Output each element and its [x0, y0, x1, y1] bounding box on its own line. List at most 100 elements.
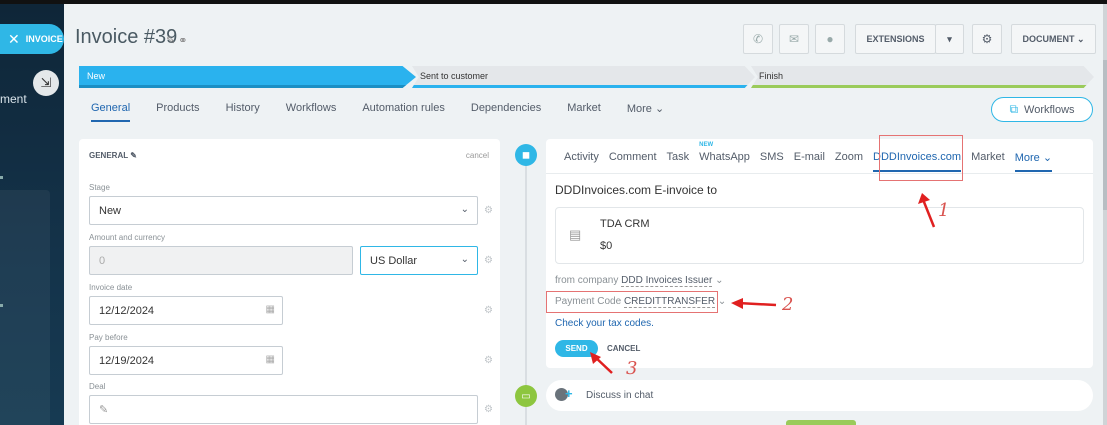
from-company-line: from company DDD Invoices Issuer ⌄: [555, 275, 723, 287]
tab-dependencies[interactable]: Dependencies: [471, 102, 541, 122]
client-amount: $0: [600, 240, 613, 252]
amount-input[interactable]: 0: [89, 246, 353, 275]
general-cancel-link[interactable]: cancel: [466, 151, 489, 160]
chevron-down-icon: ⌄: [460, 254, 469, 265]
tax-codes-link[interactable]: Check your tax codes.: [555, 318, 654, 329]
send-button[interactable]: SEND: [555, 340, 598, 357]
chevron-down-icon[interactable]: ⌄: [718, 296, 726, 307]
tab-general[interactable]: General: [91, 102, 131, 122]
field-gear-icon[interactable]: ⚙: [484, 404, 493, 415]
tab-products[interactable]: Products: [156, 102, 199, 122]
tab-task[interactable]: Task: [667, 151, 690, 172]
workflows-button-label: Workflows: [1024, 103, 1075, 116]
deal-label: Deal: [89, 382, 106, 391]
page-title: Invoice #39: [75, 26, 178, 48]
field-gear-icon[interactable]: ⚙: [484, 305, 493, 316]
activity-card: Activity Comment Task NEW WhatsApp SMS E…: [546, 139, 1093, 368]
calendar-icon[interactable]: ▦: [266, 354, 275, 365]
calendar-icon[interactable]: ▦: [266, 304, 275, 315]
cancel-button[interactable]: CANCEL: [607, 344, 640, 353]
annotation-number-2: 2: [782, 294, 794, 315]
deal-edit-icon: ✎: [99, 404, 109, 416]
sidebar-partial-text: ment: [0, 92, 27, 106]
document-button[interactable]: DOCUMENT ⌄: [1011, 24, 1096, 54]
chat-icon[interactable]: ●: [815, 24, 845, 54]
tab-market[interactable]: Market: [971, 151, 1005, 172]
discuss-in-chat[interactable]: + Discuss in chat: [546, 380, 1093, 411]
annotation-box-1: [879, 135, 963, 181]
stage-new[interactable]: New: [79, 66, 416, 88]
pay-before-value: 12/19/2024: [99, 354, 155, 367]
field-gear-icon[interactable]: ⚙: [484, 205, 493, 216]
tab-sms[interactable]: SMS: [760, 151, 784, 172]
annotation-number-1: 1: [938, 200, 950, 221]
field-gear-icon[interactable]: ⚙: [484, 355, 493, 366]
tab-more[interactable]: More ⌄: [1014, 151, 1053, 172]
stage-label: Stage: [89, 183, 110, 192]
tab-zoom[interactable]: Zoom: [835, 151, 863, 172]
edit-title-icon[interactable]: ✎ ⚭: [166, 34, 188, 47]
tab-activity[interactable]: Activity: [564, 151, 599, 172]
new-badge: NEW: [699, 142, 714, 148]
timeline-activity-icon: ◼: [515, 144, 537, 166]
tab-market[interactable]: Market: [567, 102, 601, 122]
invoice-date-input[interactable]: 12/12/2024 ▦: [89, 296, 283, 325]
tab-whatsapp-label: WhatsApp: [699, 151, 750, 163]
tab-more[interactable]: More ⌄: [627, 102, 664, 122]
tab-whatsapp[interactable]: NEW WhatsApp: [699, 142, 750, 172]
settings-gear-icon[interactable]: ⚙: [972, 24, 1002, 54]
collapse-icon[interactable]: ⇲: [33, 70, 59, 96]
workflows-icon: ⧉: [1009, 102, 1019, 116]
general-card: GENERAL ✎ cancel Stage New ⌄ ⚙ Amount an…: [79, 139, 500, 425]
annotation-number-3: 3: [626, 358, 638, 379]
invoice-tab-label: INVOICE: [25, 34, 63, 44]
green-indicator: [786, 420, 856, 425]
tab-workflows[interactable]: Workflows: [286, 102, 337, 122]
currency-select-value: US Dollar: [370, 254, 418, 267]
invoice-date-label: Invoice date: [89, 283, 133, 292]
annotation-box-2: [546, 291, 718, 313]
close-icon[interactable]: ✕: [8, 31, 20, 48]
currency-select[interactable]: US Dollar ⌄: [360, 246, 478, 275]
tab-email[interactable]: E-mail: [794, 151, 825, 172]
stage-sent-to-customer[interactable]: Sent to customer: [412, 66, 755, 88]
tab-comment[interactable]: Comment: [609, 151, 657, 172]
activity-tabs: Activity Comment Task NEW WhatsApp SMS E…: [564, 142, 1062, 172]
stage-select[interactable]: New ⌄: [89, 196, 478, 225]
phone-icon[interactable]: ✆: [743, 24, 773, 54]
chevron-down-icon[interactable]: ⌄: [715, 275, 723, 286]
field-gear-icon[interactable]: ⚙: [484, 255, 493, 266]
pay-before-label: Pay before: [89, 333, 128, 342]
invoice-close-tab[interactable]: ✕ INVOICE: [0, 24, 64, 54]
einvoice-heading: DDDInvoices.com E-invoice to: [555, 183, 718, 197]
sidebar-marker: [0, 176, 3, 179]
tab-automation-rules[interactable]: Automation rules: [362, 102, 445, 122]
stage-bar: New Sent to customer Finish: [79, 66, 1094, 88]
top-border: [0, 0, 1107, 4]
plus-icon: +: [565, 386, 573, 401]
tab-history[interactable]: History: [226, 102, 260, 122]
pay-before-input[interactable]: 12/19/2024 ▦: [89, 346, 283, 375]
page-scrollbar-thumb[interactable]: [1103, 60, 1107, 210]
sidebar-marker: [0, 304, 3, 307]
extensions-dropdown-icon[interactable]: ▾: [935, 24, 964, 54]
extensions-button[interactable]: EXTENSIONS: [855, 24, 936, 54]
left-sidebar: ✕ INVOICE ⇲ ment: [0, 4, 64, 425]
amount-label: Amount and currency: [89, 233, 166, 242]
workflows-button[interactable]: ⧉ Workflows: [991, 97, 1093, 122]
invoice-date-value: 12/12/2024: [99, 304, 155, 317]
stage-finish[interactable]: Finish: [751, 66, 1094, 88]
general-heading[interactable]: GENERAL ✎: [89, 151, 137, 160]
from-company-select[interactable]: DDD Invoices Issuer: [621, 275, 713, 287]
add-chat-icon: +: [555, 386, 577, 403]
main-tabs: General Products History Workflows Autom…: [91, 102, 690, 122]
stage-select-value: New: [99, 204, 122, 217]
client-box[interactable]: ▤ TDA CRM $0: [555, 207, 1084, 264]
timeline-chat-icon: ▭: [515, 385, 537, 407]
mail-icon[interactable]: ✉: [779, 24, 809, 54]
from-company-prefix: from company: [555, 275, 619, 286]
client-name: TDA CRM: [600, 218, 650, 230]
sidebar-panel: [0, 190, 50, 425]
deal-input[interactable]: ✎: [89, 395, 478, 424]
chevron-down-icon: ⌄: [460, 204, 469, 215]
